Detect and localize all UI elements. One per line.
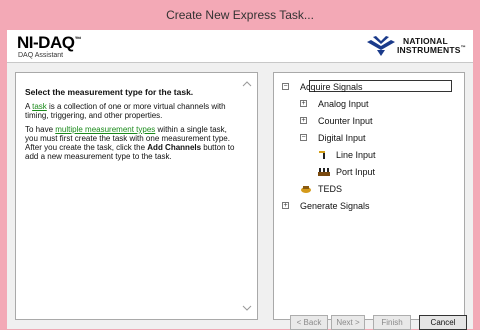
tree-item-acquire-signals[interactable]: − Acquire Signals — [282, 80, 462, 95]
finish-button[interactable]: Finish — [373, 315, 411, 330]
scroll-down-icon[interactable] — [242, 303, 252, 313]
tree-item-line-input[interactable]: Line Input — [318, 149, 448, 163]
tree-label-port-input: Port Input — [336, 167, 376, 177]
next-button[interactable]: Next > — [331, 315, 365, 330]
collapse-icon[interactable]: − — [282, 83, 289, 90]
help-paragraph-2: To have multiple measurement types withi… — [25, 125, 235, 161]
brand-tm: ™ — [460, 45, 466, 51]
tree-item-counter-input[interactable]: + Counter Input — [300, 115, 450, 129]
title-bar: Create New Express Task... — [0, 0, 480, 30]
tree-label-counter-input: Counter Input — [318, 116, 373, 126]
national-instruments-logo: NATIONAL INSTRUMENTS™ — [367, 36, 467, 56]
expand-icon[interactable]: + — [300, 117, 307, 124]
product-logo: NI-DAQ™ — [17, 33, 81, 53]
teds-icon — [301, 186, 311, 193]
tree-item-analog-input[interactable]: + Analog Input — [300, 98, 450, 112]
help-content: Select the measurement type for the task… — [25, 87, 235, 166]
help-paragraph-1: A task is a collection of one or more vi… — [25, 102, 235, 120]
tree-label-teds: TEDS — [318, 184, 343, 194]
collapse-icon[interactable]: − — [300, 134, 307, 141]
scroll-up-icon[interactable] — [242, 79, 252, 89]
tree-label-generate-signals: Generate Signals — [300, 201, 370, 211]
product-tm: ™ — [74, 36, 81, 44]
tree-label-analog-input: Analog Input — [318, 99, 369, 109]
product-name: NI-DAQ — [17, 33, 75, 52]
window-title: Create New Express Task... — [166, 8, 314, 22]
tree-item-digital-input[interactable]: − Digital Input — [300, 132, 450, 146]
tree-item-teds[interactable]: TEDS — [300, 183, 450, 197]
help-p1-post: is a collection of one or more virtual c… — [25, 102, 226, 120]
measurement-type-tree[interactable]: − Acquire Signals + Analog Input + Count… — [273, 72, 465, 320]
multiple-measurement-types-link[interactable]: multiple measurement types — [55, 125, 155, 134]
ni-eagle-icon — [367, 36, 395, 56]
help-p2-pre: To have — [25, 125, 56, 134]
cancel-button[interactable]: Cancel — [419, 315, 467, 330]
tree-item-port-input[interactable]: Port Input — [318, 166, 448, 180]
brand-line2-text: INSTRUMENTS — [397, 45, 461, 55]
expand-icon[interactable]: + — [282, 202, 289, 209]
help-panel[interactable]: Select the measurement type for the task… — [15, 72, 258, 320]
tree-label-acquire-signals: Acquire Signals — [300, 82, 363, 92]
expand-icon[interactable]: + — [300, 100, 307, 107]
task-link[interactable]: task — [32, 102, 47, 111]
tree-item-generate-signals[interactable]: + Generate Signals — [282, 200, 452, 214]
back-button[interactable]: < Back — [290, 315, 328, 330]
line-input-icon — [319, 151, 325, 159]
product-subtitle: DAQ Assistant — [18, 52, 64, 59]
help-heading: Select the measurement type for the task… — [25, 87, 194, 97]
brand-line2: INSTRUMENTS™ — [397, 45, 466, 55]
banner: NI-DAQ™ DAQ Assistant NATIONAL INSTRUMEN… — [7, 30, 473, 63]
tree-label-digital-input: Digital Input — [318, 133, 366, 143]
add-channels-text: Add Channels — [147, 143, 202, 152]
express-task-window: Create New Express Task... NI-DAQ™ DAQ A… — [0, 0, 480, 330]
dialog-body: NI-DAQ™ DAQ Assistant NATIONAL INSTRUMEN… — [7, 30, 473, 330]
port-input-icon — [318, 168, 330, 176]
tree-label-line-input: Line Input — [336, 150, 376, 160]
